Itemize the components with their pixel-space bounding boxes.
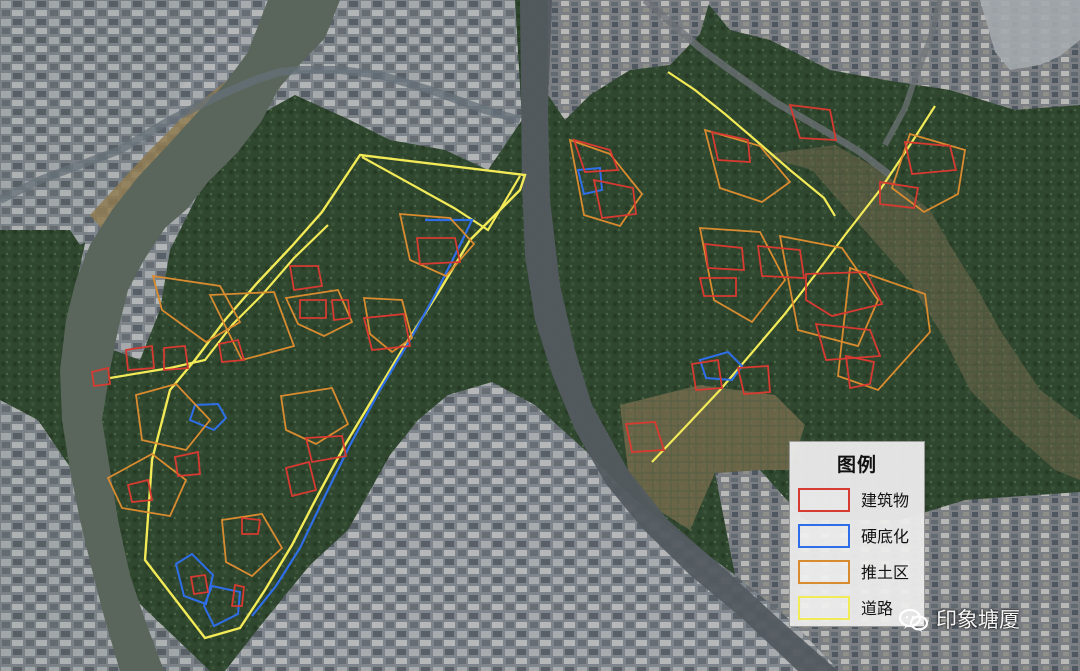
hardened-swatch <box>798 524 850 548</box>
legend-label-buildings: 建筑物 <box>861 491 910 510</box>
legend-label-roads: 道路 <box>861 599 894 618</box>
roads-swatch <box>798 596 850 620</box>
buildings-swatch <box>798 488 850 512</box>
watermark: 印象塘厦 <box>898 603 1050 639</box>
legend-label-bulldozed: 推土区 <box>861 563 910 582</box>
legend-label-hardened: 硬底化 <box>861 527 910 546</box>
watermark-text: 印象塘厦 <box>936 608 1020 632</box>
legend-item-buildings: 建筑物 <box>790 486 924 516</box>
legend-item-bulldozed: 推土区 <box>790 558 924 588</box>
map-legend: 图例 建筑物 硬底化 推土区 道路 <box>789 441 925 627</box>
wechat-icon <box>898 608 929 632</box>
bulldozed-swatch <box>798 560 850 584</box>
map-view: 图例 建筑物 硬底化 推土区 道路 印象塘厦 <box>0 0 1080 671</box>
legend-item-hardened: 硬底化 <box>790 522 924 552</box>
legend-title: 图例 <box>836 454 877 476</box>
